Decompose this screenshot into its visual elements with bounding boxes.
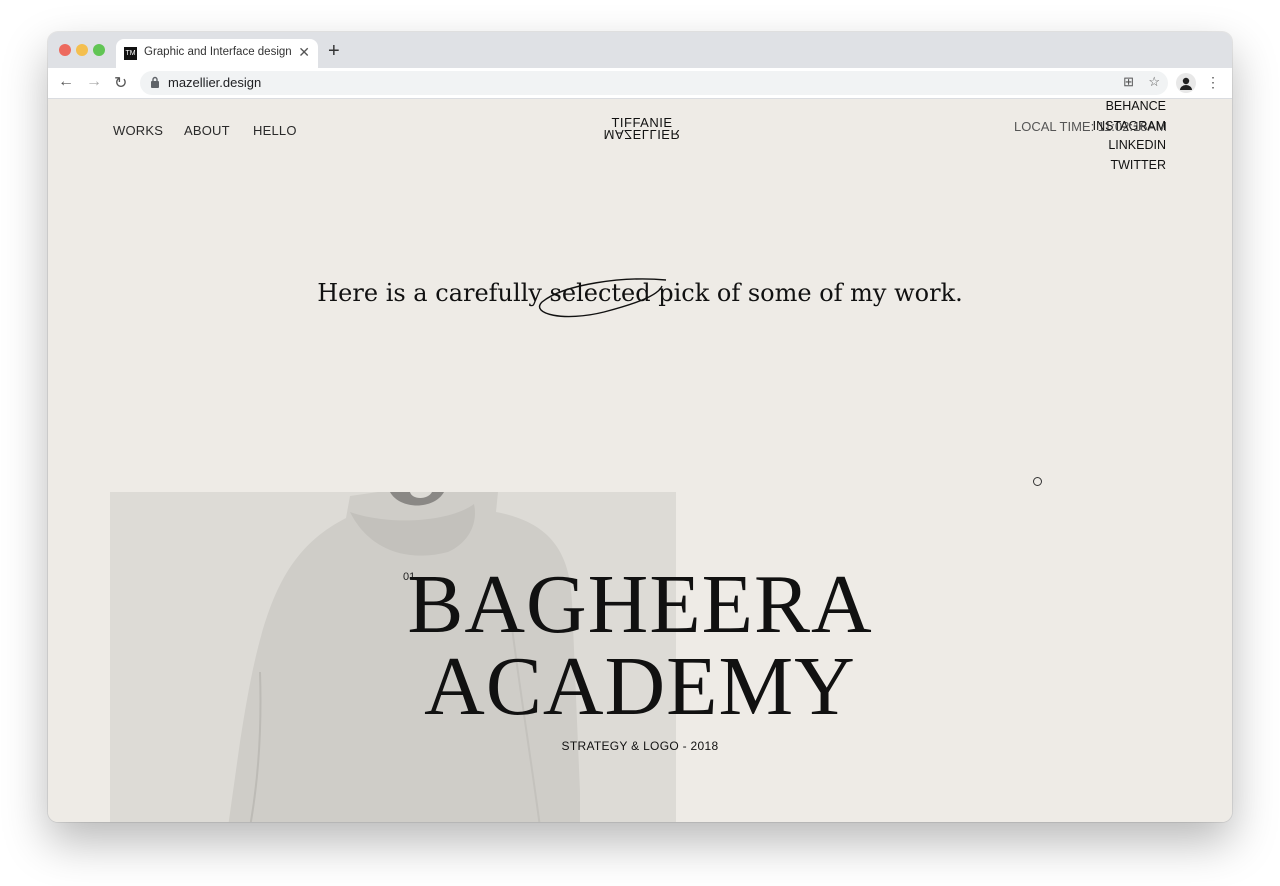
translate-icon[interactable]: ⊞ bbox=[1123, 74, 1134, 90]
menu-icon[interactable]: ⋮ bbox=[1206, 74, 1220, 91]
project-title[interactable]: BAGHEERA ACADEMY bbox=[48, 558, 1232, 733]
logo-line-2: MAZELLIER bbox=[603, 127, 681, 142]
tab-title: Graphic and Interface designer bbox=[144, 46, 292, 58]
address-bar[interactable]: mazellier.design ⊞ ☆ bbox=[140, 71, 1168, 95]
maximize-window-button[interactable] bbox=[93, 44, 105, 56]
star-icon[interactable]: ☆ bbox=[1148, 74, 1160, 90]
page-content: WORKS ABOUT HELLO TIFFANIE MAZELLIER LOC… bbox=[48, 99, 1232, 822]
reload-icon[interactable]: ↻ bbox=[114, 73, 127, 93]
tab-strip: TM Graphic and Interface designer ✕ + bbox=[48, 32, 1232, 68]
minimize-window-button[interactable] bbox=[76, 44, 88, 56]
twitter-link[interactable]: TWITTER bbox=[1093, 156, 1166, 176]
instagram-link[interactable]: INSTAGRAM bbox=[1093, 117, 1166, 137]
nav-about-link[interactable]: ABOUT bbox=[184, 123, 230, 138]
lock-icon bbox=[151, 76, 159, 88]
browser-toolbar: ← → ↻ mazellier.design ⊞ ☆ ⋮ bbox=[48, 68, 1232, 99]
forward-icon[interactable]: → bbox=[86, 73, 102, 91]
behance-link[interactable]: BEHANCE bbox=[1093, 99, 1166, 117]
browser-window: TM Graphic and Interface designer ✕ + ← … bbox=[48, 32, 1232, 822]
social-links: BEHANCE INSTAGRAM LINKEDIN TWITTER bbox=[1093, 99, 1166, 175]
profile-icon[interactable] bbox=[1176, 73, 1196, 93]
linkedin-link[interactable]: LINKEDIN bbox=[1093, 136, 1166, 156]
cursor-circle-icon bbox=[1033, 477, 1042, 486]
project-title-line-1: BAGHEERA bbox=[407, 558, 873, 651]
favicon-icon: TM bbox=[124, 47, 137, 60]
site-logo[interactable]: TIFFANIE MAZELLIER bbox=[592, 115, 692, 142]
close-window-button[interactable] bbox=[59, 44, 71, 56]
project-subtitle: STRATEGY & LOGO - 2018 bbox=[561, 739, 719, 753]
project-title-line-2: ACADEMY bbox=[424, 640, 856, 733]
url-text: mazellier.design bbox=[168, 75, 262, 90]
back-icon[interactable]: ← bbox=[58, 73, 74, 91]
nav-hello-link[interactable]: HELLO bbox=[253, 123, 297, 138]
close-tab-icon[interactable]: ✕ bbox=[298, 44, 310, 61]
scribble-circle-icon bbox=[539, 278, 667, 318]
browser-tab[interactable]: TM Graphic and Interface designer ✕ bbox=[116, 39, 318, 68]
new-tab-icon[interactable]: + bbox=[328, 40, 340, 63]
nav-works-link[interactable]: WORKS bbox=[113, 123, 163, 138]
